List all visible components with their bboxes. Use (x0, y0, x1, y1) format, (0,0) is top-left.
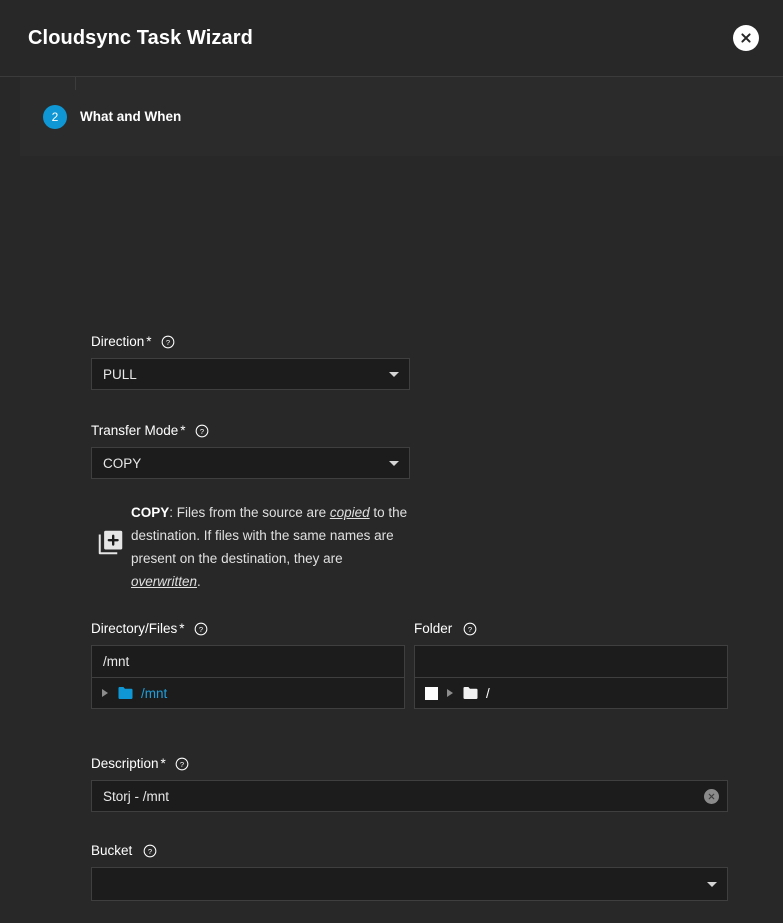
wizard-form: Direction * ? PULL Transfer Mode * (0, 156, 783, 923)
directory-files-input[interactable]: /mnt (91, 645, 405, 677)
description-required-marker: * (161, 756, 166, 772)
direction-value: PULL (103, 367, 381, 382)
field-bucket: Bucket ? (91, 843, 728, 901)
directory-files-label-text: Directory/Files (91, 621, 177, 637)
directory-files-required-marker: * (179, 621, 184, 637)
field-transfer-mode: Transfer Mode * ? COPY (91, 423, 410, 479)
bucket-label-text: Bucket (91, 843, 132, 859)
chevron-down-icon (389, 372, 399, 377)
stepper-step-what-and-when[interactable]: 2 What and When (20, 105, 181, 129)
folder-label-text: Folder (414, 621, 452, 637)
close-button[interactable] (733, 25, 759, 51)
desc-part-1: : Files from the source are (169, 505, 330, 520)
svg-text:?: ? (148, 847, 152, 856)
transfer-mode-label: Transfer Mode * ? (91, 423, 410, 439)
page-title: Cloudsync Task Wizard (28, 27, 253, 50)
close-icon (739, 31, 753, 45)
dialog-titlebar: Cloudsync Task Wizard (0, 0, 783, 77)
step-label: What and When (80, 109, 181, 124)
desc-emphasis-2: overwritten (131, 574, 197, 589)
chevron-down-icon (389, 461, 399, 466)
checkbox-unchecked-icon[interactable] (425, 687, 438, 700)
svg-text:?: ? (199, 427, 203, 436)
step-number-badge: 2 (43, 105, 67, 129)
description-value: Storj - /mnt (103, 789, 704, 804)
directory-files-label: Directory/Files * ? (91, 621, 405, 637)
wizard-stepper: 2 What and When (20, 77, 783, 156)
folder-label: Folder ? (414, 621, 728, 637)
direction-label: Direction * ? (91, 334, 410, 350)
folder-tree: / (414, 677, 728, 709)
bucket-label: Bucket ? (91, 843, 728, 859)
transfer-mode-description-text: COPY: Files from the source are copied t… (131, 501, 411, 593)
chevron-right-icon[interactable] (102, 689, 108, 697)
directory-files-value: /mnt (103, 654, 129, 669)
field-folder: Folder ? (414, 621, 728, 709)
svg-text:?: ? (468, 625, 472, 634)
library-add-icon (91, 501, 131, 557)
directory-files-tree: /mnt (91, 677, 405, 709)
direction-select[interactable]: PULL (91, 358, 410, 390)
help-circle-icon[interactable]: ? (194, 622, 208, 636)
help-circle-icon[interactable]: ? (195, 424, 209, 438)
folder-input[interactable] (414, 645, 728, 677)
transfer-mode-required-marker: * (180, 423, 185, 439)
folder-icon (462, 686, 479, 700)
svg-text:?: ? (165, 338, 169, 347)
tree-node-label: /mnt (141, 686, 167, 701)
help-circle-icon[interactable]: ? (175, 757, 189, 771)
chevron-down-icon (707, 882, 717, 887)
desc-emphasis-1: copied (330, 505, 370, 520)
help-circle-icon[interactable]: ? (143, 844, 157, 858)
clear-circle-icon[interactable] (704, 789, 719, 804)
description-input[interactable]: Storj - /mnt (91, 780, 728, 812)
tree-node-label: / (486, 686, 490, 701)
field-direction: Direction * ? PULL (91, 334, 410, 390)
help-circle-icon[interactable]: ? (463, 622, 477, 636)
transfer-mode-label-text: Transfer Mode (91, 423, 178, 439)
field-description: Description * ? Storj - /mnt (91, 756, 728, 812)
step-connector-line (75, 77, 76, 90)
folder-icon (117, 686, 134, 700)
bucket-select[interactable] (91, 867, 728, 901)
desc-part-3: . (197, 574, 201, 589)
description-label: Description * ? (91, 756, 728, 772)
direction-required-marker: * (146, 334, 151, 350)
tree-node-mnt[interactable]: /mnt (102, 686, 167, 701)
description-label-text: Description (91, 756, 159, 772)
svg-text:?: ? (198, 625, 202, 634)
transfer-mode-value: COPY (103, 456, 381, 471)
cloudsync-task-wizard-dialog: Cloudsync Task Wizard 2 What and When Di… (0, 0, 783, 923)
field-directory-files: Directory/Files * ? /mnt (91, 621, 405, 709)
transfer-mode-select[interactable]: COPY (91, 447, 410, 479)
chevron-right-icon[interactable] (447, 689, 453, 697)
svg-text:?: ? (180, 760, 184, 769)
direction-label-text: Direction (91, 334, 144, 350)
help-circle-icon[interactable]: ? (161, 335, 175, 349)
transfer-mode-description: COPY: Files from the source are copied t… (91, 501, 411, 593)
mode-name: COPY (131, 505, 169, 520)
tree-node-root[interactable]: / (425, 686, 490, 701)
